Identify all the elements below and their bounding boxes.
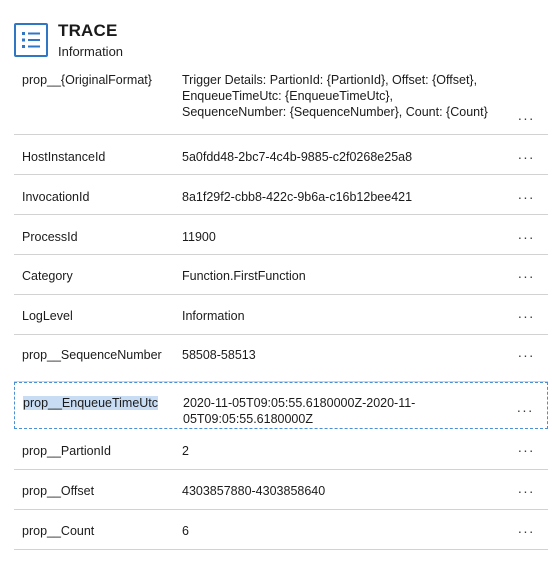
property-value: 8a1f29f2-cbb8-422c-9b6a-c16b12bee421	[182, 190, 413, 204]
properties-list: prop__{OriginalFormat} Trigger Details: …	[14, 64, 548, 550]
property-value: 4303857880-4303858640	[182, 484, 326, 498]
property-key-highlight: prop__EnqueueTimeUtc	[23, 396, 159, 410]
property-value: Trigger Details: PartionId: {PartionId},…	[182, 73, 488, 119]
property-row: prop__PartionId 2 ···	[14, 429, 548, 470]
more-options-icon[interactable]: ···	[516, 524, 536, 538]
property-key: Category	[22, 269, 73, 283]
property-row: prop__{OriginalFormat} Trigger Details: …	[14, 64, 548, 135]
property-key: InvocationId	[22, 190, 90, 204]
more-options-icon[interactable]: ···	[516, 190, 536, 204]
property-value: Information	[182, 309, 245, 323]
property-value: 11900	[182, 230, 216, 244]
more-options-icon[interactable]: ···	[516, 150, 536, 164]
property-key: prop__{OriginalFormat}	[22, 73, 152, 87]
property-value: 6	[182, 524, 189, 538]
property-row: prop__Offset 4303857880-4303858640 ···	[14, 470, 548, 510]
more-options-icon[interactable]: ···	[516, 309, 536, 323]
property-value: 2	[182, 444, 189, 458]
property-value: 58508-58513	[182, 348, 256, 362]
property-row: ProcessId 11900 ···	[14, 215, 548, 255]
property-row: prop__Count 6 ···	[14, 510, 548, 550]
trace-header: TRACE Information	[14, 20, 544, 60]
property-row: Category Function.FirstFunction ···	[14, 255, 548, 295]
page-subtitle: Information	[58, 44, 124, 59]
more-options-icon[interactable]: ···	[516, 230, 536, 244]
property-key: prop__Count	[22, 524, 95, 538]
property-key: prop__Offset	[22, 484, 95, 498]
property-key: prop__EnqueueTimeUtc	[23, 395, 173, 411]
property-key: HostInstanceId	[22, 150, 106, 164]
property-value: 2020-11-05T09:05:55.6180000Z-2020-11-05T…	[183, 396, 416, 426]
more-options-icon[interactable]: ···	[516, 111, 536, 125]
more-options-icon[interactable]: ···	[516, 443, 536, 457]
property-row: prop__SequenceNumber 58508-58513 ···	[14, 335, 548, 382]
list-icon	[14, 23, 48, 57]
property-row: InvocationId 8a1f29f2-cbb8-422c-9b6a-c16…	[14, 175, 548, 215]
more-options-icon[interactable]: ···	[516, 348, 536, 362]
property-value: Function.FirstFunction	[182, 269, 306, 283]
property-row: LogLevel Information ···	[14, 295, 548, 335]
property-row: HostInstanceId 5a0fdd48-2bc7-4c4b-9885-c…	[14, 135, 548, 175]
property-value: 5a0fdd48-2bc7-4c4b-9885-c2f0268e25a8	[182, 150, 413, 164]
property-key: prop__PartionId	[22, 444, 111, 458]
more-options-icon[interactable]: ···	[516, 269, 536, 283]
property-key: prop__SequenceNumber	[22, 348, 162, 362]
property-key: LogLevel	[22, 309, 73, 323]
page-title: TRACE	[58, 21, 118, 40]
more-options-icon[interactable]: ···	[516, 484, 536, 498]
more-options-icon[interactable]: ···	[515, 403, 535, 417]
property-key: ProcessId	[22, 230, 78, 244]
property-row-selected[interactable]: prop__EnqueueTimeUtc 2020-11-05T09:05:55…	[14, 382, 548, 429]
